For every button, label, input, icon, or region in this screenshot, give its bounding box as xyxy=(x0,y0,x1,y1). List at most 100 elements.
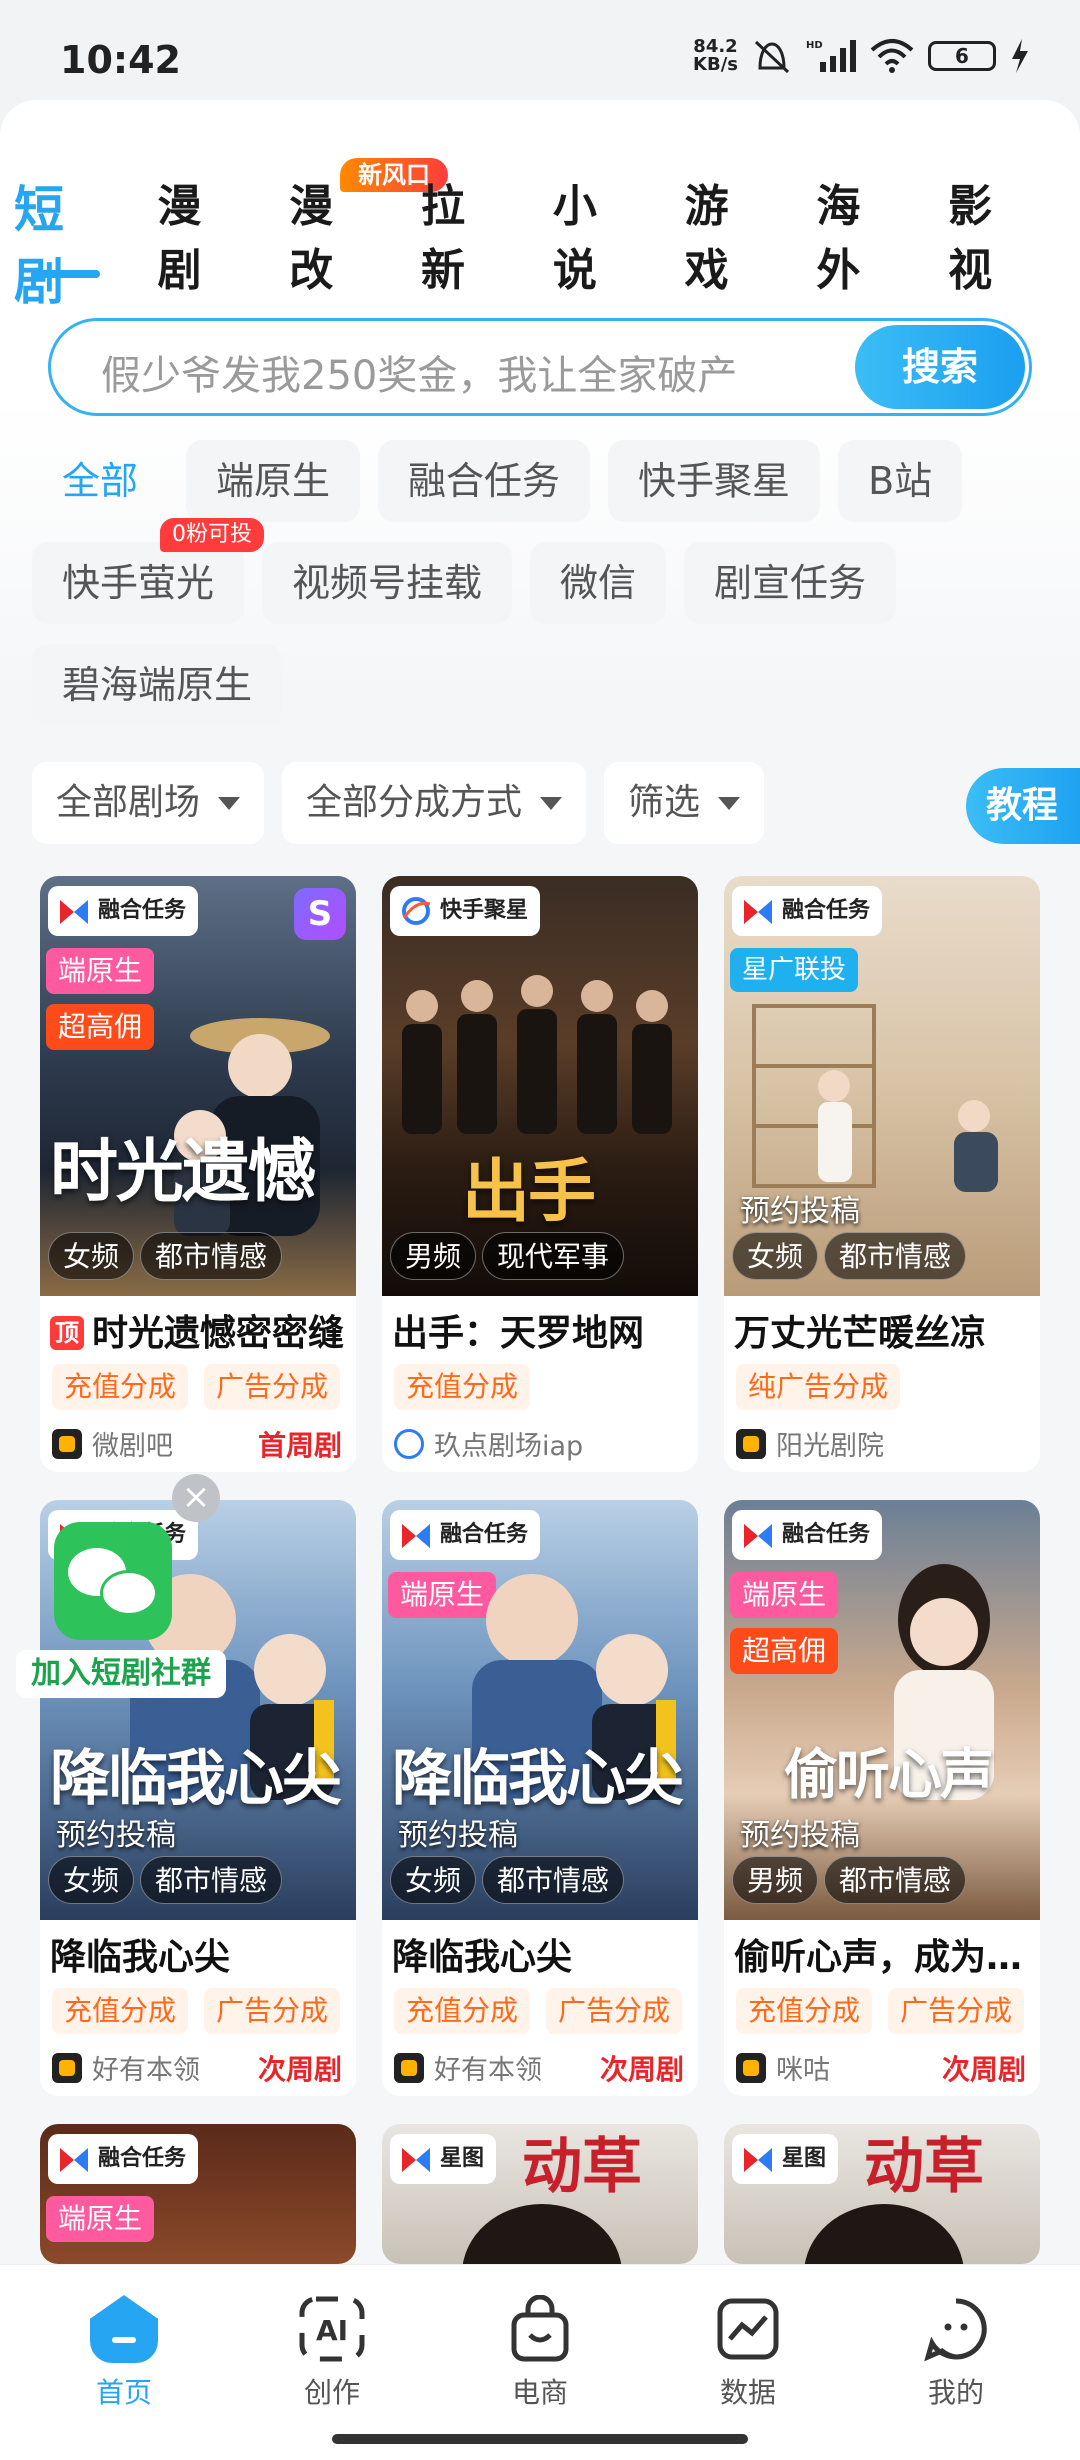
category-filters: 全部 端原生 融合任务 快手聚星 B站 快手萤光 0粉可投 视频号挂载 微信 剧… xyxy=(32,440,1062,746)
drama-source: 微剧吧 xyxy=(52,1424,173,1463)
theater-icon xyxy=(52,2052,82,2083)
genre-tags: 女频 都市情感 xyxy=(390,1856,625,1904)
chip-native[interactable]: 端原生 xyxy=(186,440,361,522)
theater-icon xyxy=(736,2052,766,2083)
status-bar: 10:42 84.2 KB/s HD 6 xyxy=(0,0,1080,110)
genre-tags: 女频 都市情感 xyxy=(48,1232,283,1280)
drama-card[interactable]: 融合任务 星广联投 预约投稿 女频 都市情感 万丈光芒暖丝凉 纯广告分成 阳光剧院 xyxy=(724,876,1040,1472)
premiere-label: 次周剧 xyxy=(257,2053,342,2086)
chip-video-mount[interactable]: 视频号挂载 xyxy=(262,542,513,624)
high-commission-tag: 超高佣 xyxy=(730,1628,839,1674)
drama-card[interactable]: 融合任务 S 端原生 超高佣 时光遗憾 女频 都市情感 顶时光遗憾密密缝 充值分成… xyxy=(40,876,356,1472)
search-button[interactable]: 搜索 xyxy=(855,325,1025,409)
network-speed: 84.2 KB/s xyxy=(693,36,738,75)
poster-title-art: 动草 xyxy=(864,2132,984,2202)
chip-bihai-native[interactable]: 碧海端原生 xyxy=(32,644,283,726)
pinned-badge: 顶 xyxy=(50,1316,84,1350)
revenue-mode-dropdown[interactable]: 全部分成方式 xyxy=(282,762,587,844)
filter-dropdown[interactable]: 筛选 xyxy=(604,762,765,844)
drama-poster: 融合任务 端原生 xyxy=(40,2124,356,2264)
task-label: 融合任务 xyxy=(732,886,883,936)
wechat-group-float[interactable]: × 加入短剧社群 xyxy=(16,1474,226,1698)
gesture-bar[interactable] xyxy=(332,2434,748,2444)
drama-poster: 融合任务 端原生 降临我心尖 预约投稿 女频 都市情感 xyxy=(382,1500,698,1920)
drama-source: 咪咕 xyxy=(736,2048,830,2087)
clock: 10:42 xyxy=(60,38,181,82)
nav-create[interactable]: AI 创作 xyxy=(272,2295,392,2411)
join-group-label: 加入短剧社群 xyxy=(16,1650,226,1698)
tab-comic-drama[interactable]: 漫剧 xyxy=(157,170,243,296)
drama-card[interactable]: 融合任务 端原生 xyxy=(40,2124,356,2264)
drama-card[interactable]: 星图 动草 xyxy=(382,2124,698,2264)
poster-scene xyxy=(752,1004,998,1192)
tab-overseas[interactable]: 海外 xyxy=(816,170,902,296)
svg-text:HD: HD xyxy=(806,40,823,51)
poster-title-art: 时光遗憾 xyxy=(50,1132,316,1212)
chip-promo-task[interactable]: 剧宣任务 xyxy=(684,542,897,624)
theater-dropdown[interactable]: 全部剧场 xyxy=(32,762,265,844)
chip-kuaishou-glow[interactable]: 快手萤光 0粉可投 xyxy=(32,518,265,624)
tab-game[interactable]: 游戏 xyxy=(685,170,771,296)
drama-card[interactable]: 融合任务 端原生 超高佣 偷听心声 预约投稿 男频 都市情感 偷听心声，成为… 充… xyxy=(724,1500,1040,2096)
theater-icon xyxy=(394,2052,424,2083)
kuaishou-logo-icon xyxy=(60,2148,88,2172)
poster-figures xyxy=(402,975,672,1134)
top-tabs: 短剧 漫剧 漫改 拉新 小说 游戏 海外 影视 xyxy=(14,170,1080,311)
drama-poster: 融合任务 星广联投 预约投稿 女频 都市情感 xyxy=(724,876,1040,1296)
revenue-tags: 充值分成 广告分成 xyxy=(394,1988,683,2034)
close-icon[interactable]: × xyxy=(172,1474,220,1522)
poster-title-art: 降临我心尖 xyxy=(392,1744,684,1814)
tutorial-button[interactable]: 教程 xyxy=(966,768,1080,844)
wechat-icon xyxy=(54,1522,172,1640)
pre-submission-label: 预约投稿 xyxy=(398,1818,518,1853)
drama-poster: 融合任务 端原生 超高佣 偷听心声 预约投稿 男频 都市情感 xyxy=(724,1500,1040,1920)
chip-bilibili[interactable]: B站 xyxy=(838,440,963,522)
revenue-tags: 充值分成 广告分成 xyxy=(52,1988,341,2034)
drama-card[interactable]: 快手聚星 出手 男频 现代军事 出手：天罗地网 充值分成 玖点剧场iap xyxy=(382,876,698,1472)
tab-film[interactable]: 影视 xyxy=(948,170,1034,296)
premiere-label: 次周剧 xyxy=(599,2053,684,2086)
drama-title: 降临我心尖 xyxy=(392,1937,573,1978)
search-input[interactable]: 假少爷发我250奖金，我让全家破产 xyxy=(101,343,737,401)
pre-submission-label: 预约投稿 xyxy=(740,1194,860,1229)
native-tag: 端原生 xyxy=(46,948,155,994)
drama-card[interactable]: 融合任务 端原生 降临我心尖 预约投稿 女频 都市情感 降临我心尖 充值分成 广告分… xyxy=(382,1500,698,2096)
kuaishou-logo-icon xyxy=(744,900,772,924)
tab-comic-adapt[interactable]: 漫改 xyxy=(289,170,375,296)
chip-all[interactable]: 全部 xyxy=(32,440,168,522)
tab-short-drama[interactable]: 短剧 xyxy=(14,170,111,311)
status-icons: 84.2 KB/s HD 6 xyxy=(693,38,1030,74)
tab-novel[interactable]: 小说 xyxy=(553,170,639,296)
search-bar[interactable]: 假少爷发我250奖金，我让全家破产 搜索 xyxy=(48,318,1032,416)
nav-data[interactable]: 数据 xyxy=(688,2295,808,2411)
chevron-down-icon xyxy=(218,796,241,810)
drama-poster: 星图 动草 xyxy=(382,2124,698,2264)
chip-wechat[interactable]: 微信 xyxy=(530,542,667,624)
task-label: 融合任务 xyxy=(48,2134,199,2184)
drama-source: 阳光剧院 xyxy=(736,1424,884,1463)
task-label: 融合任务 xyxy=(48,886,199,936)
theater-icon xyxy=(52,1428,82,1459)
nav-ecommerce[interactable]: 电商 xyxy=(480,2294,600,2411)
drama-source: 好有本领 xyxy=(394,2048,542,2087)
chip-fusion-task[interactable]: 融合任务 xyxy=(378,440,591,522)
theater-icon xyxy=(736,1428,766,1459)
kuaishou-logo-icon xyxy=(60,900,88,924)
task-label: 星图 xyxy=(390,2134,497,2184)
chip-kuaishou-star[interactable]: 快手聚星 xyxy=(608,440,821,522)
wifi-icon xyxy=(870,39,914,73)
nav-home[interactable]: 首页 xyxy=(64,2295,184,2411)
ad-joint-tag: 星广联投 xyxy=(730,948,859,992)
xingtu-logo-icon xyxy=(402,2148,430,2172)
kuaishou-star-logo-icon xyxy=(402,897,431,925)
poster-title-art: 偷听心声 xyxy=(784,1742,994,1806)
charging-icon xyxy=(1012,39,1028,73)
chevron-down-icon xyxy=(540,796,563,810)
nav-profile[interactable]: 我的 xyxy=(896,2295,1016,2411)
revenue-tags: 充值分成 广告分成 xyxy=(52,1364,341,1410)
drama-card[interactable]: 星图 动草 xyxy=(724,2124,1040,2264)
tab-recruit[interactable]: 拉新 xyxy=(421,170,507,296)
premiere-label: 次周剧 xyxy=(941,2053,1026,2086)
s-app-icon: S xyxy=(294,888,346,940)
drama-title: 万丈光芒暖丝凉 xyxy=(734,1313,987,1354)
